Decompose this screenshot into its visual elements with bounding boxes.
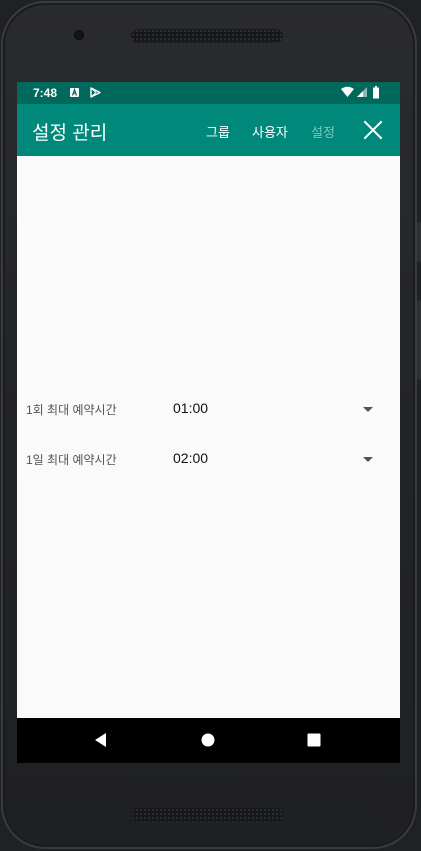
chevron-down-icon [363,457,373,462]
max-per-day-dropdown[interactable]: 02:00 [167,442,395,478]
tab-settings[interactable]: 설정 [311,122,335,141]
navigation-bar [17,718,400,763]
setting-label: 1일 최대 예약시간 [26,453,117,467]
volume-button[interactable] [417,300,421,380]
back-icon[interactable] [91,730,111,750]
emulator-frame: 7:48 설정 관리 그룹 사용자 설정 1회 최대 예약시간 01:00 1일… [0,0,421,851]
power-button[interactable] [417,222,421,262]
tab-group[interactable]: 그룹 [206,122,230,141]
battery-icon [373,86,379,99]
recents-icon[interactable] [304,730,324,750]
setting-value: 02:00 [173,450,209,466]
setting-row-max-per-day: 1일 최대 예약시간 02:00 [17,442,400,478]
bottom-speaker [131,808,283,822]
page-title: 설정 관리 [32,123,108,144]
close-icon[interactable] [362,119,384,141]
a-notification-icon [70,87,101,98]
setting-value: 01:00 [173,400,209,416]
home-icon[interactable] [198,730,218,750]
top-speaker [131,29,283,43]
setting-row-max-per-booking: 1회 최대 예약시간 01:00 [17,392,400,428]
max-per-booking-dropdown[interactable]: 01:00 [167,392,395,428]
status-time: 7:48 [33,86,58,100]
play-store-icon [90,87,101,98]
front-camera [74,30,84,40]
chevron-down-icon [363,407,373,412]
setting-label: 1회 최대 예약시간 [26,403,117,417]
tab-users[interactable]: 사용자 [252,122,288,141]
status-icons-right [340,86,390,102]
device-screen: 7:48 설정 관리 그룹 사용자 설정 1회 최대 예약시간 01:00 1일… [17,82,400,763]
status-icons-left [70,87,104,101]
app-bar: 설정 관리 그룹 사용자 설정 [17,104,400,156]
wifi-icon [341,86,354,97]
status-bar: 7:48 [17,82,400,104]
